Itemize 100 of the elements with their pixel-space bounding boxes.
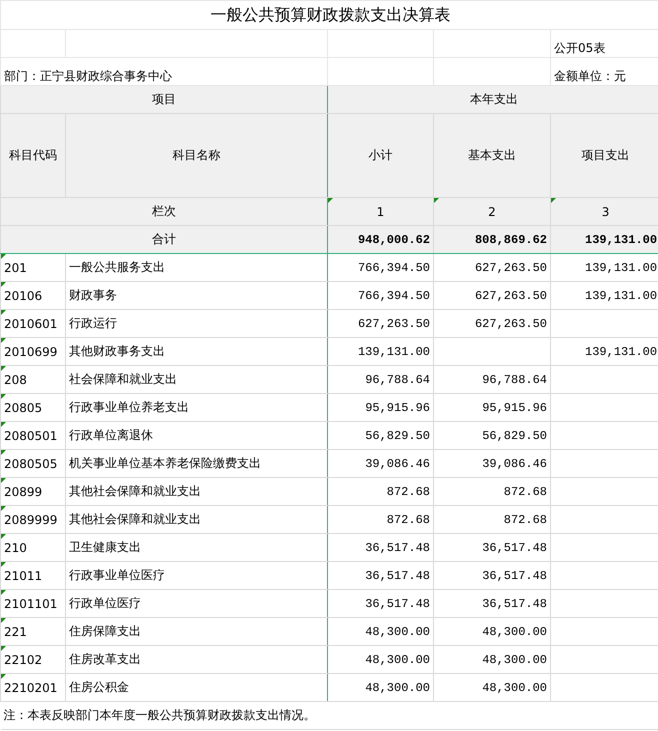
corner-marker-icon — [1, 618, 6, 623]
name-cell: 住房保障支出 — [69, 624, 141, 638]
amount-cell: 36,517.48 — [365, 540, 430, 554]
name-cell: 住房改革支出 — [69, 652, 141, 666]
total-cell: 139,131.00 — [585, 232, 658, 246]
column-header: 基本支出 — [468, 148, 516, 162]
corner-marker-icon — [1, 562, 6, 567]
amount-cell: 39,086.46 — [365, 456, 430, 470]
name-cell: 其他社会保障和就业支出 — [69, 484, 201, 498]
name-cell: 一般公共服务支出 — [69, 260, 165, 274]
amount-cell: 627,263.50 — [474, 288, 547, 302]
corner-marker-icon — [1, 366, 6, 371]
name-cell: 卫生健康支出 — [69, 540, 141, 554]
code-cell: 2101101 — [4, 596, 58, 610]
name-cell: 行政单位离退休 — [69, 428, 153, 442]
amount-cell: 39,086.46 — [482, 456, 547, 470]
amount-cell: 56,829.50 — [365, 428, 430, 442]
column-header: 科目代码 — [9, 148, 57, 162]
corner-marker-icon — [1, 674, 6, 679]
code-cell: 2210201 — [4, 680, 58, 694]
name-cell: 其他社会保障和就业支出 — [69, 512, 201, 526]
amount-cell: 56,829.50 — [482, 428, 547, 442]
code-cell: 22102 — [4, 652, 42, 666]
code-cell: 208 — [4, 372, 27, 386]
amount-cell: 872.68 — [386, 512, 430, 526]
department-label: 部门：正宁县财政综合事务中心 — [4, 69, 172, 83]
corner-marker-icon — [1, 282, 6, 287]
amount-cell: 48,300.00 — [482, 680, 547, 694]
name-cell: 社会保障和就业支出 — [69, 372, 177, 386]
name-cell: 行政事业单位医疗 — [69, 568, 165, 582]
amount-cell: 139,131.00 — [585, 344, 658, 358]
amount-cell: 95,915.96 — [482, 400, 547, 414]
form-number: 公开05表 — [554, 41, 606, 55]
amount-cell: 139,131.00 — [585, 260, 658, 274]
corner-marker-icon — [1, 450, 6, 455]
column-header: 科目名称 — [172, 148, 220, 162]
code-cell: 20899 — [4, 484, 42, 498]
name-cell: 财政事务 — [69, 288, 117, 302]
name-cell: 机关事业单位基本养老保险缴费支出 — [69, 456, 261, 470]
amount-cell: 139,131.00 — [358, 344, 430, 358]
corner-marker-icon — [1, 478, 6, 483]
column-number: 2 — [488, 204, 496, 218]
column-number: 1 — [376, 204, 384, 218]
column-header: 项目 — [152, 92, 176, 106]
name-cell: 行政单位医疗 — [69, 596, 141, 610]
amount-cell: 36,517.48 — [482, 568, 547, 582]
amount-cell: 48,300.00 — [365, 624, 430, 638]
corner-marker-icon — [1, 310, 6, 315]
name-cell: 行政事业单位养老支出 — [69, 400, 189, 414]
footnote: 注：本表反映部门本年度一般公共预算财政拨款支出情况。 — [4, 708, 316, 722]
amount-cell: 872.68 — [504, 484, 547, 498]
amount-cell: 36,517.48 — [365, 568, 430, 582]
name-cell: 其他财政事务支出 — [69, 344, 165, 358]
amount-cell: 36,517.48 — [365, 596, 430, 610]
amount-cell: 627,263.50 — [474, 316, 547, 330]
corner-marker-icon — [1, 646, 6, 651]
code-cell: 2010699 — [4, 344, 58, 358]
code-cell: 221 — [4, 624, 27, 638]
corner-marker-icon — [1, 422, 6, 427]
corner-marker-icon — [1, 338, 6, 343]
row-label: 栏次 — [152, 204, 176, 218]
code-cell: 2089999 — [4, 512, 58, 526]
amount-cell: 48,300.00 — [365, 652, 430, 666]
total-cell: 808,869.62 — [474, 232, 547, 246]
code-cell: 20805 — [4, 400, 42, 414]
code-cell: 21011 — [4, 568, 42, 582]
column-header: 小计 — [368, 148, 392, 162]
amount-cell: 96,788.64 — [365, 372, 430, 386]
amount-cell: 872.68 — [504, 512, 547, 526]
amount-cell: 48,300.00 — [365, 680, 430, 694]
amount-cell: 766,394.50 — [358, 288, 430, 302]
total-label: 合计 — [152, 232, 176, 246]
amount-cell: 36,517.48 — [482, 596, 547, 610]
name-cell: 住房公积金 — [69, 680, 129, 694]
sheet-title: 一般公共预算财政拨款支出决算表 — [210, 4, 451, 24]
code-cell: 210 — [4, 540, 27, 554]
amount-cell: 766,394.50 — [358, 260, 430, 274]
corner-marker-icon — [1, 506, 6, 511]
code-cell: 2080501 — [4, 428, 58, 442]
amount-cell: 36,517.48 — [482, 540, 547, 554]
code-cell: 201 — [4, 260, 27, 274]
amount-cell: 872.68 — [386, 484, 430, 498]
corner-marker-icon — [551, 198, 556, 203]
column-header: 本年支出 — [470, 92, 518, 106]
column-header: 项目支出 — [582, 148, 630, 162]
amount-cell: 95,915.96 — [365, 400, 430, 414]
name-cell: 行政运行 — [69, 316, 117, 330]
code-cell: 20106 — [4, 288, 42, 302]
total-cell: 948,000.62 — [358, 232, 430, 246]
amount-cell: 627,263.50 — [358, 316, 430, 330]
unit-label: 金额单位：元 — [554, 69, 626, 83]
amount-cell: 627,263.50 — [474, 260, 547, 274]
amount-cell: 139,131.00 — [585, 288, 658, 302]
code-cell: 2080505 — [4, 456, 58, 470]
corner-marker-icon — [328, 198, 333, 203]
corner-marker-icon — [1, 590, 6, 595]
column-number: 3 — [602, 204, 610, 218]
amount-cell: 96,788.64 — [482, 372, 547, 386]
corner-marker-icon — [434, 198, 439, 203]
amount-cell: 48,300.00 — [482, 624, 547, 638]
